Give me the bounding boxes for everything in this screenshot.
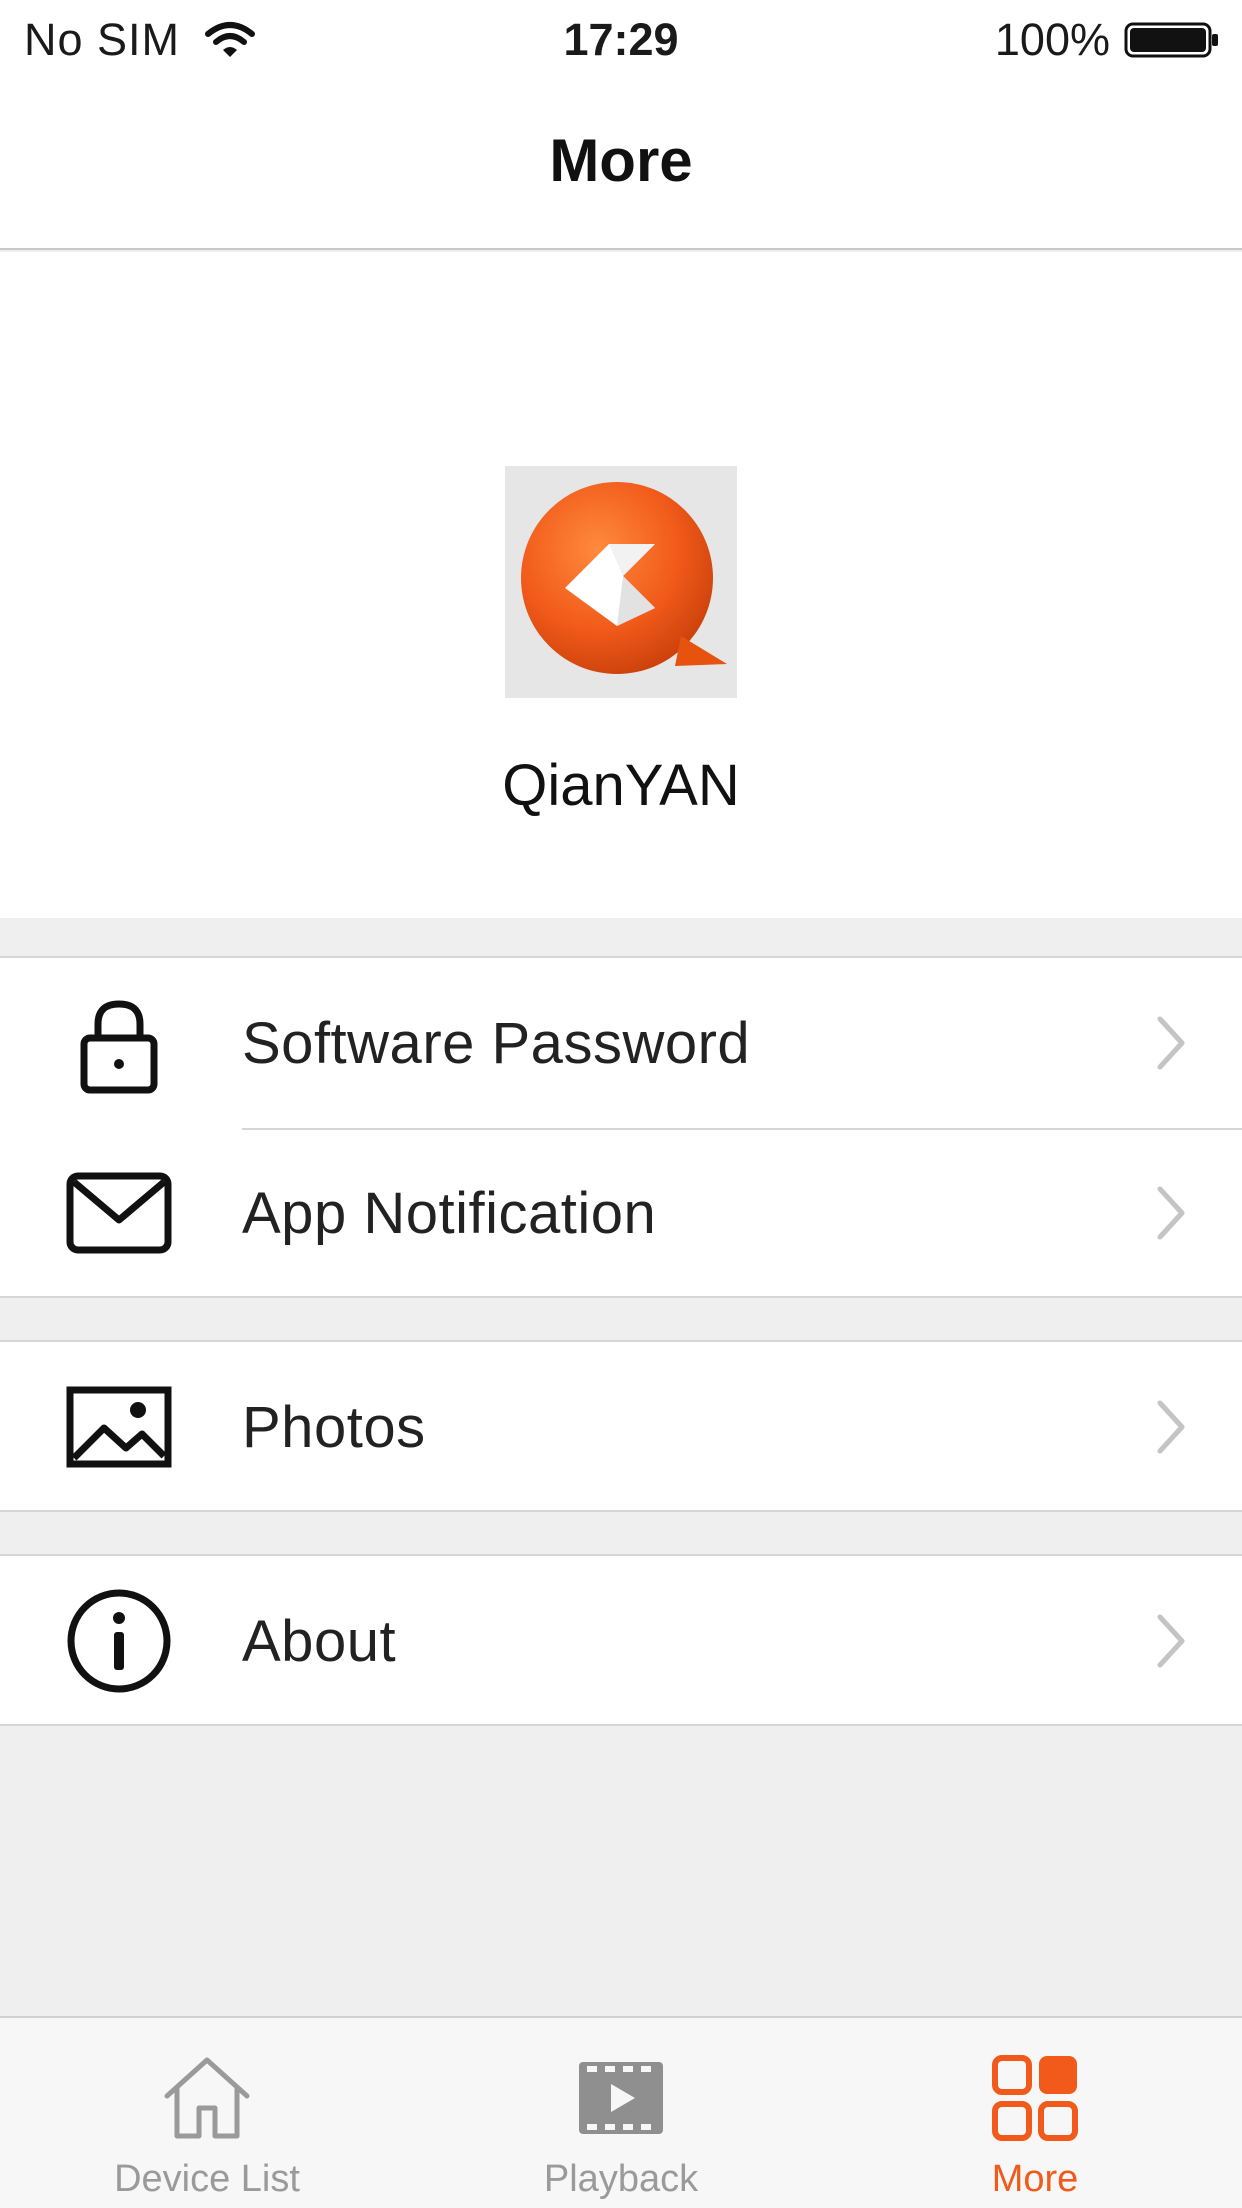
- grid-icon: [992, 2055, 1078, 2141]
- settings-group-security: Software Password App Notification: [0, 956, 1242, 1298]
- tab-playback-label: Playback: [543, 2158, 699, 2200]
- about-label: About: [242, 1608, 397, 1674]
- software-password-row[interactable]: Software Password: [0, 958, 1242, 1128]
- chevron-right-icon: [1157, 1614, 1185, 1668]
- lock-icon: [64, 988, 174, 1098]
- tab-more-label: More: [991, 2158, 1079, 2200]
- photos-row[interactable]: Photos: [0, 1342, 1242, 1512]
- mail-icon: [64, 1158, 174, 1268]
- more-screen: No SIM 17:29 100% More QianYAN Software …: [0, 0, 1242, 2208]
- home-icon: [164, 2057, 250, 2139]
- about-row[interactable]: About: [0, 1556, 1242, 1726]
- qianyan-logo-icon: [521, 482, 727, 674]
- app-header: QianYAN: [0, 252, 1242, 918]
- tab-more[interactable]: More: [828, 2018, 1242, 2208]
- settings-group-about: About: [0, 1554, 1242, 1726]
- battery-percent: 100%: [994, 14, 1110, 65]
- status-bar: No SIM 17:29 100%: [0, 0, 1242, 80]
- app-notification-row[interactable]: App Notification: [0, 1128, 1242, 1298]
- app-logo: [505, 466, 737, 698]
- status-right: 100%: [995, 14, 1220, 66]
- settings-group-photos: Photos: [0, 1340, 1242, 1512]
- photos-label: Photos: [242, 1394, 426, 1460]
- chevron-right-icon: [1157, 1400, 1185, 1454]
- chevron-right-icon: [1157, 1016, 1185, 1070]
- image-icon: [64, 1372, 174, 1482]
- app-name: QianYAN: [502, 753, 740, 818]
- info-icon: [64, 1586, 174, 1696]
- tab-device-list[interactable]: Device List: [0, 2018, 414, 2208]
- chevron-right-icon: [1157, 1186, 1185, 1240]
- playback-icon: [579, 2062, 663, 2134]
- battery-icon: [1124, 22, 1218, 58]
- page-title: More: [549, 127, 693, 194]
- tab-bar: Device List Playback More: [0, 2016, 1242, 2208]
- navigation-bar: More: [0, 80, 1242, 250]
- tab-playback[interactable]: Playback: [414, 2018, 828, 2208]
- tab-device-list-label: Device List: [114, 2158, 300, 2200]
- app-notification-label: App Notification: [242, 1180, 657, 1246]
- software-password-label: Software Password: [242, 1010, 751, 1076]
